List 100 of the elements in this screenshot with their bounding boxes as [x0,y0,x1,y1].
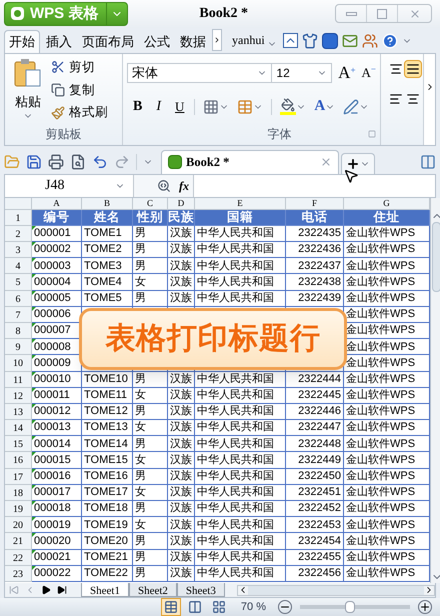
row-number[interactable]: 2 [5,226,32,242]
row-number[interactable]: 8 [5,322,32,340]
row-number[interactable]: 18 [5,484,32,502]
table-cell-text: 000016 [34,469,71,484]
table-cell-text: 2322445 [298,388,341,403]
column-header[interactable]: B [82,198,133,209]
table-cell: 2322452 [298,501,341,516]
row-number[interactable]: 20 [5,517,32,534]
table-cell-text: 中华人民共和国 [197,485,274,500]
table-cell: 000018 [34,501,71,516]
underline-button[interactable]: U [173,96,186,116]
row-number[interactable]: 14 [5,420,32,436]
row-number[interactable]: 15 [5,436,32,452]
table-cell-text: 汉族 [170,518,192,532]
grow-font-button[interactable]: A$^{+}$ [338,60,356,86]
table-cell: 女 [135,420,146,436]
row-number[interactable]: 11 [5,372,32,388]
column-header[interactable]: D [168,198,195,209]
table-cell: 男 [135,550,146,565]
table-cell-text: 男 [135,436,146,452]
column-header[interactable]: C [133,198,168,209]
table-cell-text: 000017 [34,485,71,500]
table-cell: 金山软件WPS [346,420,416,436]
table-cell: 000021 [34,550,71,565]
table-cell-text: 汉族 [170,566,192,581]
user-name[interactable]: yanhui [232,30,265,49]
table-cell: TOME21 [84,550,128,565]
table-cell-text: 金山软件WPS [346,436,416,452]
column-header[interactable]: A [32,198,82,209]
table-cell: 汉族 [170,550,192,565]
column-title: 民族 [168,210,194,225]
format-painter-button[interactable]: 格式刷 [69,103,108,122]
table-cell-text: 000022 [34,566,71,581]
row-number[interactable]: 19 [5,501,32,518]
table-cell-text: 中华人民共和国 [197,452,274,468]
table-cell-text: 男 [135,566,146,581]
table-cell-text: 2322450 [298,469,341,484]
cut-button[interactable]: 剪切 [69,58,95,77]
row-number[interactable]: 21 [5,533,32,550]
table-cell-text: TOME12 [84,404,128,420]
copy-button[interactable]: 复制 [69,80,95,100]
row-number[interactable]: 12 [5,388,32,404]
paste-button[interactable]: 粘贴 [15,92,41,112]
menu-tab[interactable]: 数据 [176,30,210,53]
table-cell-text: 男 [135,469,146,484]
row-number[interactable]: 9 [5,339,32,356]
table-cell-text: 汉族 [170,404,192,420]
table-cell: 金山软件WPS [346,290,416,306]
menu-tab[interactable]: 页面布局 [78,30,138,53]
table-cell: TOME18 [84,501,128,516]
table-cell: 2322436 [298,242,341,258]
column-header[interactable]: E [195,198,286,209]
row-number[interactable]: 5 [5,274,32,291]
row-number[interactable]: 4 [5,258,32,274]
sheet-tab[interactable]: Sheet3 [176,583,225,597]
font-name-field[interactable]: 宋体 [127,62,272,83]
table-cell: 男 [135,242,146,258]
table-cell-text: 2322437 [298,258,341,274]
bold-button[interactable]: B [131,96,144,118]
font-size-field[interactable]: 12 [272,62,332,83]
sheet-tab[interactable]: Sheet1 [81,583,129,597]
menu-tab[interactable]: 开始 [4,30,40,53]
zoom-reading: 70 % [240,600,266,615]
row-number[interactable]: 7 [5,306,32,323]
font-color-button[interactable]: A [314,95,326,118]
table-cell: 汉族 [170,501,192,516]
shrink-font-button[interactable]: A$^{−}$ [362,62,376,82]
row-number[interactable]: 13 [5,404,32,420]
table-cell-text: 金山软件WPS [346,226,416,242]
table-cell: 2322455 [298,550,341,565]
table-cell-text: 2322451 [298,485,341,500]
column-title: 国籍 [227,210,253,225]
menu-tab[interactable]: 公式 [140,30,174,53]
table-cell-text: 金山软件WPS [346,274,416,290]
row-number[interactable]: 3 [5,242,32,258]
italic-button[interactable]: I [152,96,166,118]
row-number[interactable]: 10 [5,355,32,372]
table-cell-text: 2322453 [298,518,341,532]
table-cell: 中华人民共和国 [197,290,274,306]
table-cell-text: TOME11 [84,388,127,403]
column-title: 住址 [374,210,400,225]
menu-tab[interactable]: 插入 [42,30,76,53]
sheet-tab[interactable]: Sheet2 [128,583,177,597]
row-number[interactable]: 17 [5,468,32,485]
row-number[interactable]: 16 [5,452,32,469]
row-number[interactable]: 23 [5,566,32,582]
table-cell-text: 金山软件WPS [346,404,416,420]
table-cell-text: 000007 [34,323,71,338]
table-cell-text: 金山软件WPS [346,340,416,354]
column-header[interactable]: F [286,198,344,209]
table-cell-text: 000001 [34,226,71,242]
table-cell: 000013 [34,420,71,436]
document-tab[interactable]: Book2 * [161,150,339,174]
row-number[interactable]: 22 [5,550,32,566]
row-number[interactable]: 6 [5,290,32,307]
table-cell-text: TOME3 [84,258,122,274]
row-number[interactable]: 1 [5,210,32,226]
table-cell-text: 2322448 [298,436,341,452]
table-cell-text: 中华人民共和国 [197,436,274,452]
table-cell-text: 000014 [34,436,71,452]
